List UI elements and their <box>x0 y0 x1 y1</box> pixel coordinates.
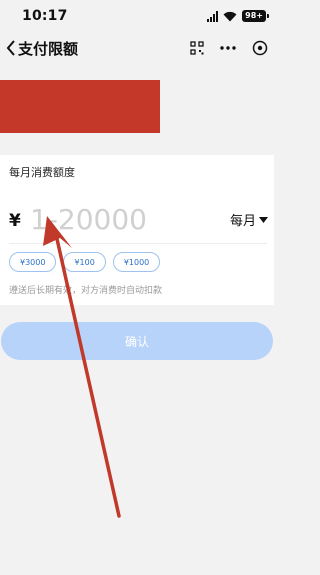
scan-icon <box>190 41 204 55</box>
chip-3000[interactable]: ¥3000 <box>9 252 57 272</box>
hint-text: 遵送后长期有效，对方消费时自动扣款 <box>9 286 163 296</box>
divider <box>9 243 267 244</box>
amount-input[interactable] <box>30 201 180 237</box>
battery-icon: 98+ <box>242 10 269 22</box>
page-title: 支付限额 <box>18 40 79 58</box>
more-button[interactable] <box>220 46 236 50</box>
close-miniprogram-button[interactable] <box>252 40 268 56</box>
status-time: 10:17 <box>22 8 68 24</box>
chevron-left-icon <box>6 40 15 56</box>
scan-button[interactable] <box>190 41 204 55</box>
nav-bar: 支付限额 <box>0 32 274 64</box>
status-bar: 10:17 98+ <box>0 0 274 32</box>
chip-100[interactable]: ¥100 <box>63 252 106 272</box>
wifi-icon <box>223 11 237 21</box>
more-icon <box>220 46 236 50</box>
target-icon <box>252 40 268 56</box>
chip-1000[interactable]: ¥1000 <box>112 252 161 272</box>
period-label: 每月 <box>229 214 256 229</box>
period-selector[interactable]: 每月 <box>230 210 268 229</box>
nav-actions <box>190 36 268 60</box>
limit-card: 每月消费额度 ¥ 每月 ¥3000 ¥100 ¥1000 遵送后长期有效，对方消… <box>0 155 274 305</box>
currency-symbol: ¥ <box>9 211 21 231</box>
signal-icon <box>207 10 219 22</box>
chevron-down-icon <box>259 216 268 223</box>
redacted-block <box>0 80 160 133</box>
confirm-button[interactable]: 确认 <box>1 322 273 360</box>
card-label: 每月消费额度 <box>9 166 75 179</box>
amount-chips: ¥3000 ¥100 ¥1000 <box>9 252 161 272</box>
status-icons: 98+ <box>207 10 269 22</box>
